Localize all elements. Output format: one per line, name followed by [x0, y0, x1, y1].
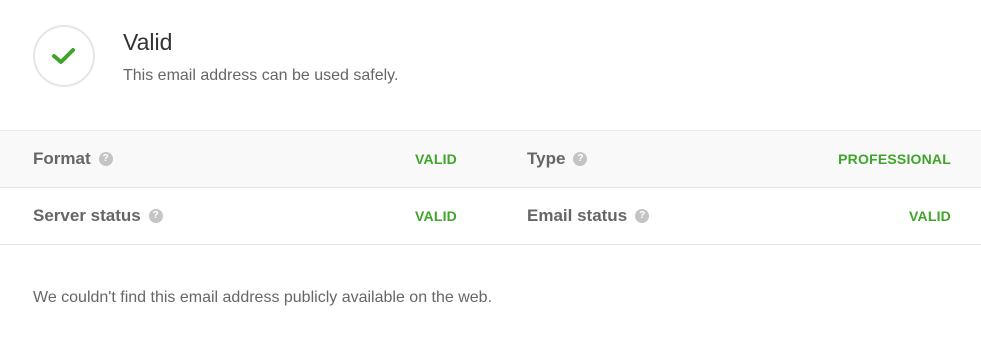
type-label: Type ? — [527, 131, 588, 187]
results-table: Format ? VALID Type ? PROFESSIONAL Serve… — [0, 130, 981, 245]
format-label-text: Format — [33, 149, 91, 168]
help-icon[interactable]: ? — [98, 152, 113, 166]
check-icon — [52, 48, 75, 64]
status-indicator — [33, 25, 95, 87]
table-row: Server status ? VALID Email status ? VAL… — [0, 188, 981, 245]
status-subtitle: This email address can be used safely. — [123, 67, 399, 84]
status-title: Valid — [123, 29, 173, 55]
email-status-value: VALID — [909, 208, 951, 224]
type-label-text: Type — [527, 149, 566, 168]
type-value: PROFESSIONAL — [838, 151, 951, 167]
email-status-label: Email status ? — [527, 188, 650, 244]
help-icon[interactable]: ? — [635, 209, 650, 223]
format-label: Format ? — [33, 131, 113, 187]
server-status-label-text: Server status — [33, 206, 141, 225]
help-icon[interactable]: ? — [573, 152, 588, 166]
help-icon[interactable]: ? — [148, 209, 163, 223]
public-availability-note: We couldn't find this email address publ… — [33, 289, 493, 306]
verification-header: Valid This email address can be used saf… — [33, 25, 933, 91]
format-value: VALID — [415, 151, 457, 167]
table-row: Format ? VALID Type ? PROFESSIONAL — [0, 131, 981, 188]
server-status-value: VALID — [415, 208, 457, 224]
email-status-label-text: Email status — [527, 206, 628, 225]
server-status-label: Server status ? — [33, 188, 163, 244]
